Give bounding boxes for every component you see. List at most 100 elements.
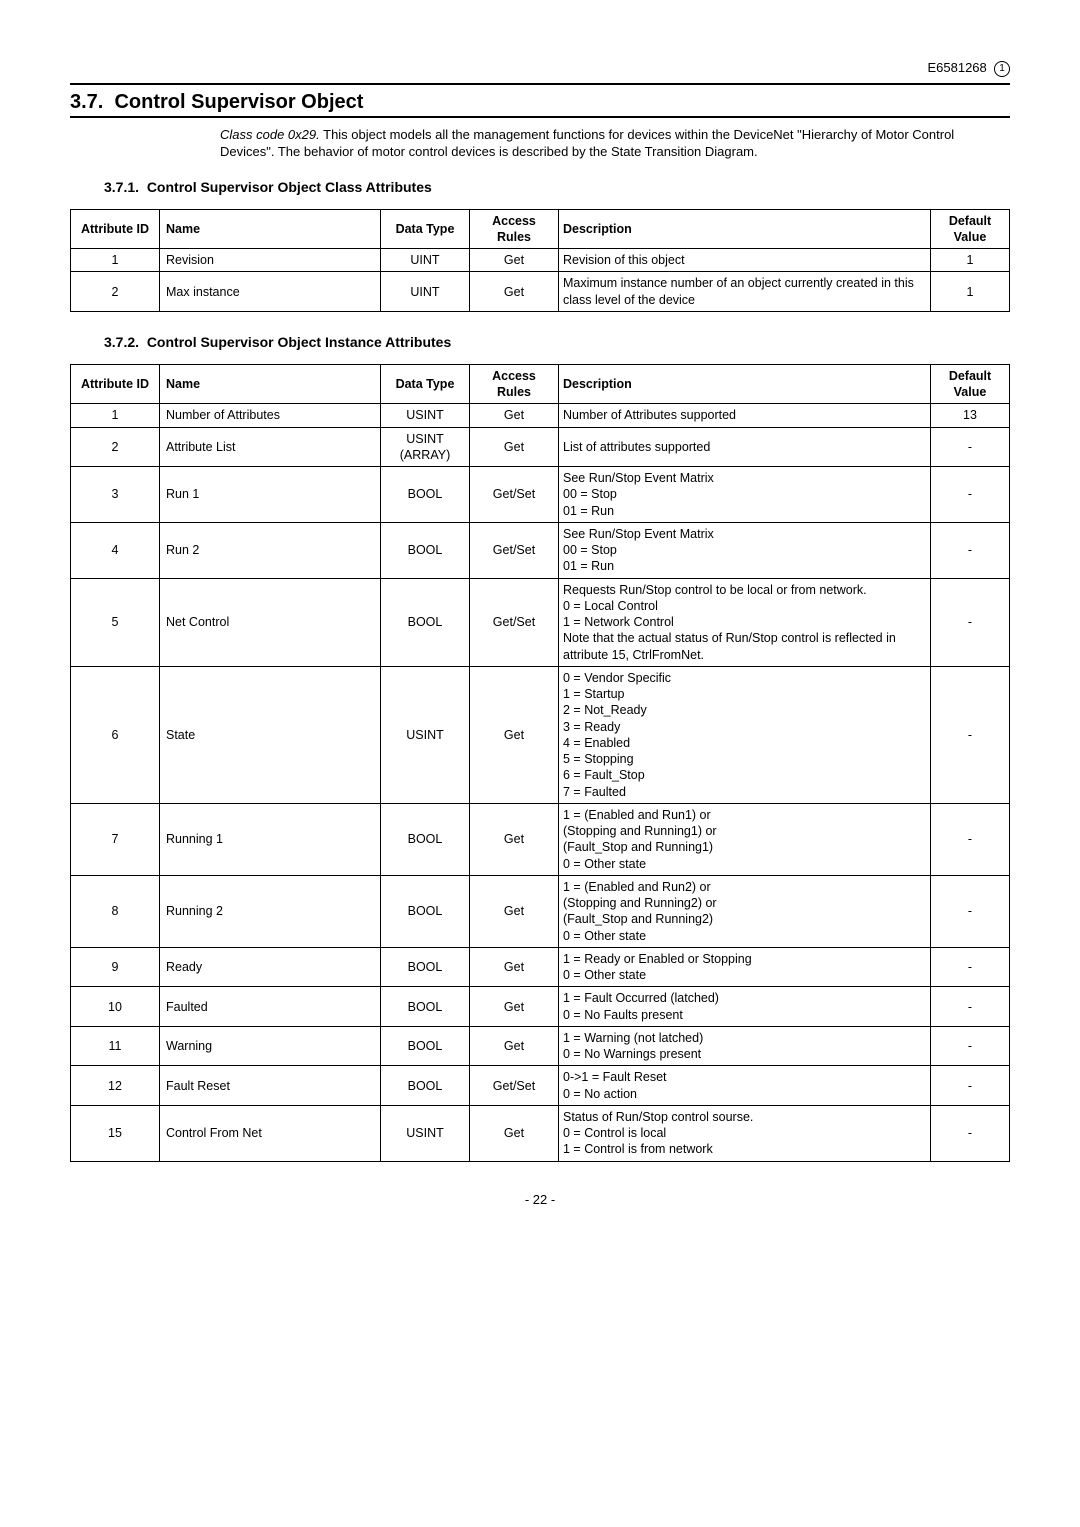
th-desc: Description (559, 364, 931, 404)
th-desc: Description (559, 209, 931, 249)
cell-type: UINT (381, 272, 470, 312)
cell-rules: Get/Set (470, 467, 559, 523)
section-name: Control Supervisor Object (114, 91, 363, 113)
subsection-title-1: 3.7.1. Control Supervisor Object Class A… (104, 179, 1010, 195)
cell-id: 8 (71, 875, 160, 947)
table-row: 5Net ControlBOOLGet/SetRequests Run/Stop… (71, 578, 1010, 666)
th-type: Data Type (381, 364, 470, 404)
cell-rules: Get/Set (470, 578, 559, 666)
table-row: 2Max instanceUINTGetMaximum instance num… (71, 272, 1010, 312)
th-rules: Access Rules (470, 364, 559, 404)
subsection-title-2: 3.7.2. Control Supervisor Object Instanc… (104, 334, 1010, 350)
cell-id: 7 (71, 803, 160, 875)
th-def: Default Value (931, 209, 1010, 249)
page-header: E6581268 1 (70, 60, 1010, 77)
cell-type: BOOL (381, 1066, 470, 1106)
cell-name: Faulted (160, 987, 381, 1027)
cell-rules: Get (470, 666, 559, 803)
table-row: 15Control From NetUSINTGetStatus of Run/… (71, 1105, 1010, 1161)
cell-def: - (931, 522, 1010, 578)
table-row: 9ReadyBOOLGet1 = Ready or Enabled or Sto… (71, 947, 1010, 987)
cell-def: 13 (931, 404, 1010, 427)
cell-desc: 0 = Vendor Specific 1 = Startup 2 = Not_… (559, 666, 931, 803)
table-header-row: Attribute ID Name Data Type Access Rules… (71, 209, 1010, 249)
cell-def: - (931, 666, 1010, 803)
instance-attributes-table: Attribute ID Name Data Type Access Rules… (70, 364, 1010, 1162)
cell-name: Running 1 (160, 803, 381, 875)
table-row: 1RevisionUINTGetRevision of this object1 (71, 249, 1010, 272)
class-code: Class code 0x29. (220, 127, 320, 142)
table-row: 6StateUSINTGet0 = Vendor Specific 1 = St… (71, 666, 1010, 803)
cell-type: BOOL (381, 947, 470, 987)
cell-name: Revision (160, 249, 381, 272)
table-row: 7Running 1BOOLGet1 = (Enabled and Run1) … (71, 803, 1010, 875)
cell-name: Attribute List (160, 427, 381, 467)
sub2-name: Control Supervisor Object Instance Attri… (147, 334, 451, 350)
cell-name: Fault Reset (160, 1066, 381, 1106)
doc-number: E6581268 (927, 60, 986, 75)
cell-desc: Maximum instance number of an object cur… (559, 272, 931, 312)
section-number: 3.7. (70, 91, 103, 113)
cell-def: - (931, 803, 1010, 875)
cell-name: Max instance (160, 272, 381, 312)
table-row: 4Run 2BOOLGet/SetSee Run/Stop Event Matr… (71, 522, 1010, 578)
cell-desc: List of attributes supported (559, 427, 931, 467)
cell-def: 1 (931, 272, 1010, 312)
cell-type: USINT (381, 666, 470, 803)
cell-rules: Get (470, 803, 559, 875)
cell-def: - (931, 467, 1010, 523)
cell-type: USINT (381, 1105, 470, 1161)
th-rules: Access Rules (470, 209, 559, 249)
cell-id: 9 (71, 947, 160, 987)
cell-def: - (931, 1066, 1010, 1106)
cell-desc: 0->1 = Fault Reset 0 = No action (559, 1066, 931, 1106)
cell-rules: Get (470, 1105, 559, 1161)
cell-desc: See Run/Stop Event Matrix 00 = Stop 01 =… (559, 467, 931, 523)
cell-desc: 1 = Warning (not latched) 0 = No Warning… (559, 1026, 931, 1066)
th-type: Data Type (381, 209, 470, 249)
cell-type: USINT (381, 404, 470, 427)
cell-id: 2 (71, 427, 160, 467)
cell-id: 6 (71, 666, 160, 803)
table-row: 11WarningBOOLGet1 = Warning (not latched… (71, 1026, 1010, 1066)
th-id: Attribute ID (71, 364, 160, 404)
cell-type: BOOL (381, 578, 470, 666)
cell-name: Warning (160, 1026, 381, 1066)
cell-id: 15 (71, 1105, 160, 1161)
cell-desc: 1 = Fault Occurred (latched) 0 = No Faul… (559, 987, 931, 1027)
sub1-name: Control Supervisor Object Class Attribut… (147, 179, 432, 195)
cell-rules: Get/Set (470, 522, 559, 578)
cell-name: Run 2 (160, 522, 381, 578)
cell-name: Ready (160, 947, 381, 987)
cell-desc: 1 = (Enabled and Run2) or (Stopping and … (559, 875, 931, 947)
cell-name: State (160, 666, 381, 803)
cell-name: Number of Attributes (160, 404, 381, 427)
th-id: Attribute ID (71, 209, 160, 249)
cell-type: USINT (ARRAY) (381, 427, 470, 467)
cell-id: 12 (71, 1066, 160, 1106)
cell-id: 3 (71, 467, 160, 523)
cell-def: - (931, 875, 1010, 947)
cell-name: Running 2 (160, 875, 381, 947)
sub1-number: 3.7.1. (104, 179, 139, 195)
cell-desc: See Run/Stop Event Matrix 00 = Stop 01 =… (559, 522, 931, 578)
cell-rules: Get (470, 947, 559, 987)
cell-id: 1 (71, 404, 160, 427)
cell-id: 2 (71, 272, 160, 312)
cell-type: BOOL (381, 875, 470, 947)
table-row: 12Fault ResetBOOLGet/Set0->1 = Fault Res… (71, 1066, 1010, 1106)
cell-def: - (931, 578, 1010, 666)
cell-name: Run 1 (160, 467, 381, 523)
intro-paragraph: Class code 0x29. This object models all … (220, 126, 1010, 161)
cell-type: BOOL (381, 987, 470, 1027)
th-name: Name (160, 364, 381, 404)
table-row: 2Attribute ListUSINT (ARRAY)GetList of a… (71, 427, 1010, 467)
cell-rules: Get (470, 249, 559, 272)
cell-type: BOOL (381, 467, 470, 523)
table-header-row: Attribute ID Name Data Type Access Rules… (71, 364, 1010, 404)
cell-rules: Get (470, 404, 559, 427)
cell-id: 5 (71, 578, 160, 666)
cell-desc: Revision of this object (559, 249, 931, 272)
cell-name: Net Control (160, 578, 381, 666)
section-title: 3.7. Control Supervisor Object (70, 91, 1010, 118)
